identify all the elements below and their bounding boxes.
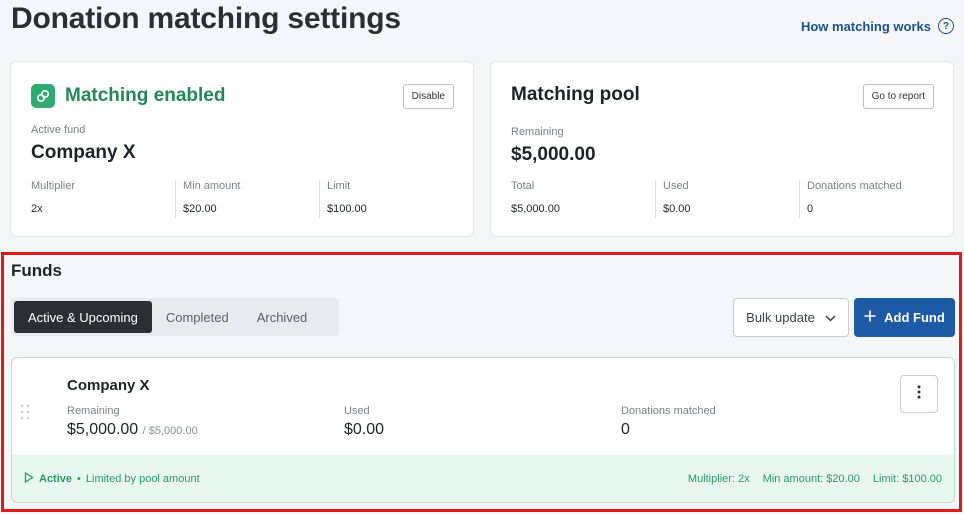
stat-label: Total <box>511 180 535 192</box>
add-fund-button[interactable]: Add Fund <box>854 298 955 337</box>
pool-remaining-value: $5,000.00 <box>511 144 596 165</box>
page-title: Donation matching settings <box>11 2 401 35</box>
fund-remaining-label: Remaining <box>67 405 120 417</box>
question-circle-icon[interactable]: ? <box>938 18 954 34</box>
fund-name: Company X <box>67 377 150 394</box>
matching-status-header: Matching enabled <box>31 84 225 108</box>
fund-status-label: Active <box>39 472 73 485</box>
pool-remaining-block: Remaining $5,000.00 <box>511 126 596 166</box>
tab-active-upcoming[interactable]: Active & Upcoming <box>14 301 152 333</box>
fund-status: Active • Limited by pool amount <box>24 471 200 486</box>
stat-limit: Limit $100.00 <box>319 180 463 218</box>
bulk-update-label[interactable]: Bulk update <box>746 310 815 325</box>
pool-stats: Total $5,000.00 Used $0.00 Donations mat… <box>511 180 943 218</box>
matching-status-card: Matching enabled Disable Active fund Com… <box>10 61 474 237</box>
tab-archived[interactable]: Archived <box>243 301 322 333</box>
stat-min-amount: Min amount $20.00 <box>175 180 319 218</box>
stat-label: Used <box>663 180 689 192</box>
fund-min-amount: Min amount: $20.00 <box>762 472 860 485</box>
how-matching-works-link[interactable]: How matching works ? <box>801 18 954 34</box>
funds-section: Funds Active & Upcoming Completed Archiv… <box>1 252 962 512</box>
go-to-report-button[interactable]: Go to report <box>862 84 934 109</box>
add-fund-label[interactable]: Add Fund <box>884 310 945 325</box>
page: Donation matching settings How matching … <box>0 0 964 514</box>
fund-used: Used $0.00 <box>344 405 384 439</box>
fund-donations-matched: Donations matched 0 <box>621 405 716 439</box>
stat-value: 2x <box>31 203 43 215</box>
matching-stats: Multiplier 2x Min amount $20.00 Limit $1… <box>31 180 463 218</box>
pool-remaining-label: Remaining <box>511 126 564 138</box>
fund-multiplier: Multiplier: 2x <box>687 472 750 485</box>
play-icon <box>24 471 34 486</box>
chevron-down-icon[interactable] <box>825 310 836 325</box>
tab-completed[interactable]: Completed <box>152 301 243 333</box>
stat-used: Used $0.00 <box>655 180 799 218</box>
stat-total: Total $5,000.00 <box>511 180 655 218</box>
fund-footer: Active • Limited by pool amount Multipli… <box>12 455 954 502</box>
matching-pool-header: Matching pool <box>511 84 640 106</box>
matching-pool-title: Matching pool <box>511 84 640 105</box>
fund-used-label: Used <box>344 405 370 417</box>
stat-value: $20.00 <box>183 203 217 215</box>
funds-tabs: Active & Upcoming Completed Archived <box>11 298 339 336</box>
matching-pool-card: Matching pool Go to report Remaining $5,… <box>490 61 954 237</box>
stat-label: Min amount <box>183 180 241 192</box>
stat-label: Multiplier <box>31 180 76 192</box>
status-dot-icon: • <box>77 472 81 485</box>
fund-remaining-value: $5,000.00 <box>67 421 139 438</box>
fund-limit: Limit: $100.00 <box>872 472 942 485</box>
active-fund-label: Active fund <box>31 124 86 136</box>
stat-label: Donations matched <box>807 180 902 192</box>
fund-matched-label: Donations matched <box>621 405 716 417</box>
stat-value: $5,000.00 <box>511 203 560 215</box>
active-fund-value: Company X <box>31 142 136 163</box>
disable-button[interactable]: Disable <box>402 84 454 109</box>
stat-label: Limit <box>327 180 351 192</box>
matching-status-title: Matching enabled <box>65 85 226 106</box>
stat-value: $0.00 <box>663 203 691 215</box>
stat-value: 0 <box>807 203 814 215</box>
fund-card[interactable]: Company X Remaining $5,000.00 / $5,000.0… <box>11 357 955 503</box>
fund-settings-summary: Multiplier: 2x Min amount: $20.00 Limit:… <box>688 473 942 485</box>
bulk-update-dropdown[interactable]: Bulk update <box>733 298 849 337</box>
fund-status-note: Limited by pool amount <box>85 472 200 485</box>
stat-multiplier: Multiplier 2x <box>31 180 175 218</box>
funds-title: Funds <box>11 261 62 280</box>
fund-used-value: $0.00 <box>344 421 385 438</box>
active-fund-block: Active fund Company X <box>31 124 136 164</box>
link-icon <box>31 84 55 108</box>
drag-handle-icon[interactable] <box>20 404 30 425</box>
fund-remaining-total: / $5,000.00 <box>142 425 198 437</box>
fund-matched-value: 0 <box>621 421 630 438</box>
more-options-button[interactable] <box>900 375 938 413</box>
kebab-menu-icon[interactable] <box>917 385 921 404</box>
stat-value: $100.00 <box>327 203 367 215</box>
fund-remaining: Remaining $5,000.00 / $5,000.00 <box>67 405 198 439</box>
stat-donations-matched: Donations matched 0 <box>799 180 943 218</box>
plus-icon[interactable] <box>864 310 876 325</box>
help-link-label[interactable]: How matching works <box>801 19 931 34</box>
